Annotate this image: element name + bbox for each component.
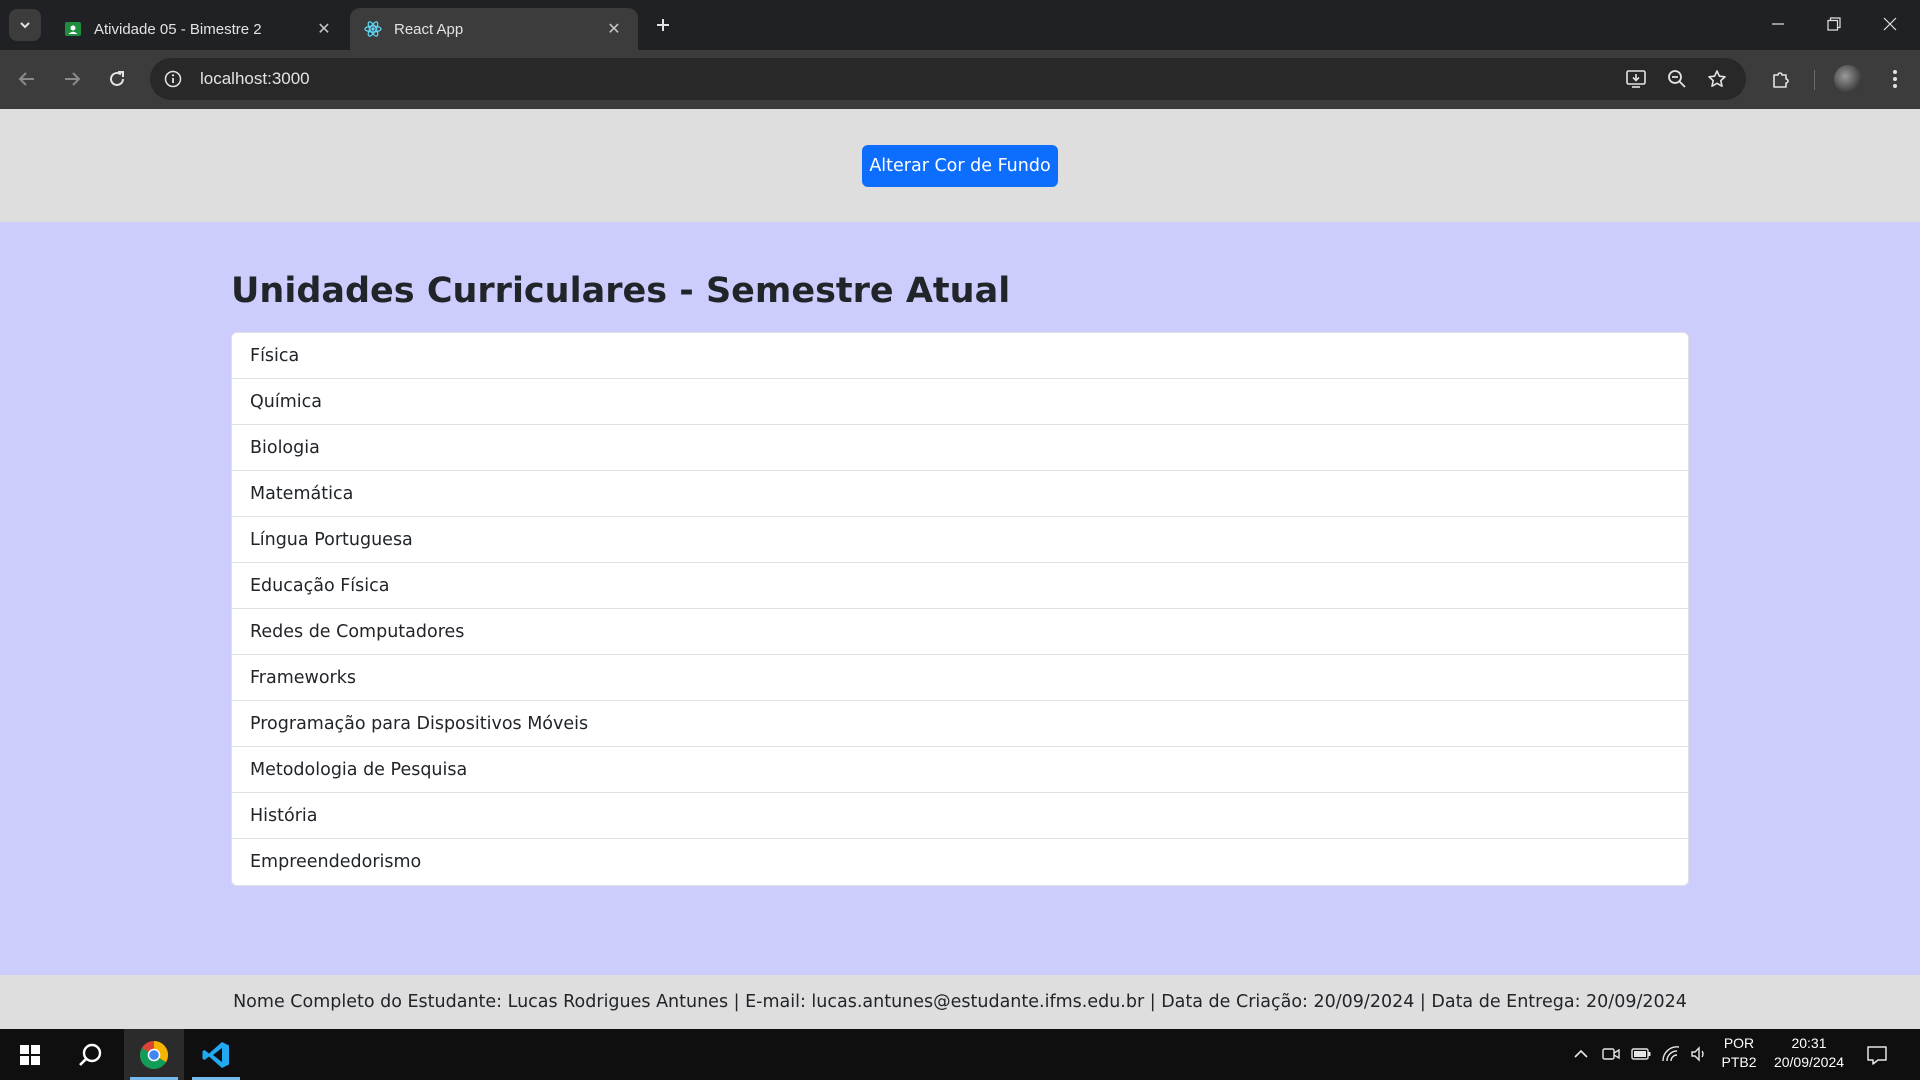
windows-taskbar: POR PTB2 20:31 20/09/2024: [0, 1029, 1920, 1080]
bookmark-button[interactable]: [1705, 67, 1729, 91]
zoom-button[interactable]: [1665, 67, 1689, 91]
more-vertical-icon: [1893, 70, 1897, 88]
star-icon: [1708, 70, 1726, 87]
subject-list-item: História: [232, 793, 1688, 839]
subject-list-item: Matemática: [232, 471, 1688, 517]
puzzle-icon: [1773, 72, 1789, 88]
forward-button[interactable]: [55, 62, 89, 96]
restore-button[interactable]: [1806, 0, 1862, 48]
clock-date: 20/09/2024: [1773, 1054, 1845, 1070]
subject-list-item: Empreendedorismo: [250, 852, 422, 872]
tab-title: Atividade 05 - Bimestre 2: [94, 20, 262, 38]
subject-list-item: Programação para Dispositivos Móveis: [232, 701, 1688, 747]
volume-icon[interactable]: [1688, 1043, 1710, 1065]
search-button[interactable]: [60, 1029, 120, 1080]
vscode-taskbar-button[interactable]: [186, 1029, 246, 1080]
close-tab-icon[interactable]: ✕: [604, 19, 624, 39]
change-background-button[interactable]: Alterar Cor de Fundo: [862, 145, 1058, 187]
reload-icon: [110, 71, 124, 86]
windows-logo-icon: [20, 1044, 40, 1065]
restore-icon: [1827, 17, 1841, 31]
footer-text: Nome Completo do Estudante: Lucas Rodrig…: [233, 992, 1687, 1012]
address-bar[interactable]: localhost:3000: [150, 58, 1746, 100]
react-icon: [364, 20, 382, 38]
show-hidden-icons-button[interactable]: [1570, 1043, 1592, 1065]
subject-list-item: Redes de Computadores: [232, 609, 1688, 655]
browser-menu-button[interactable]: [1880, 64, 1910, 94]
subject-list-item: Educação Física: [232, 563, 1688, 609]
install-app-button[interactable]: [1624, 67, 1648, 91]
subject-list-item: Física: [232, 333, 1688, 379]
chrome-taskbar-button[interactable]: [124, 1029, 184, 1080]
clock-time: 20:31: [1791, 1035, 1827, 1051]
page-viewport: Alterar Cor de Fundo Unidades Curricular…: [0, 109, 1920, 1029]
chrome-icon: [140, 1040, 168, 1069]
subject-list-item: Química: [232, 379, 1688, 425]
extensions-button[interactable]: [1766, 64, 1796, 94]
notification-center-button[interactable]: [1864, 1042, 1890, 1068]
keyboard-layout: PTB2: [1721, 1054, 1757, 1070]
zoom-out-icon: [1668, 70, 1686, 88]
page-title: Unidades Curriculares - Semestre Atual: [231, 271, 1011, 311]
language-indicator[interactable]: POR PTB2: [1716, 1035, 1762, 1070]
chevron-up-icon: [1574, 1049, 1588, 1058]
new-tab-button[interactable]: [648, 10, 678, 40]
chat-bubble-icon: [1867, 1046, 1887, 1065]
site-info-icon[interactable]: [162, 68, 184, 90]
subject-list-item: Biologia: [232, 425, 1688, 471]
url-text: localhost:3000: [200, 69, 310, 88]
subject-list-item: Língua Portuguesa: [232, 517, 1688, 563]
student-info-footer: Nome Completo do Estudante: Lucas Rodrig…: [0, 975, 1920, 1029]
battery-icon[interactable]: [1630, 1043, 1652, 1065]
profile-avatar[interactable]: [1834, 65, 1862, 93]
start-button[interactable]: [0, 1029, 60, 1080]
search-icon: [79, 1043, 102, 1066]
arrow-right-icon: [65, 72, 81, 86]
subject-list: Física Química Biologia Matemática Língua Po…: [231, 332, 1689, 886]
subject-list-item: Metodologia de Pesquisa: [232, 747, 1688, 793]
vscode-icon: [202, 1041, 229, 1068]
close-window-button[interactable]: [1862, 0, 1918, 48]
back-button[interactable]: [10, 62, 44, 96]
plus-icon: [657, 19, 669, 31]
tab-atividade[interactable]: Atividade 05 - Bimestre 2 ✕: [50, 8, 348, 50]
browser-tab-strip: Atividade 05 - Bimestre 2 ✕ React App ✕: [0, 0, 1920, 50]
google-classroom-icon: [64, 20, 82, 38]
minimize-icon: [1772, 23, 1784, 25]
reload-button[interactable]: [100, 62, 134, 96]
subject-list-item: Frameworks: [232, 655, 1688, 701]
top-band: Alterar Cor de Fundo: [0, 109, 1920, 222]
chevron-down-icon: [20, 22, 30, 29]
tab-react-app[interactable]: React App ✕: [350, 8, 638, 50]
language-code: POR: [1723, 1035, 1755, 1051]
install-icon: [1626, 70, 1646, 88]
tab-search-button[interactable]: [9, 9, 41, 41]
close-tab-icon[interactable]: ✕: [314, 19, 334, 39]
close-icon: [1883, 17, 1897, 31]
tab-title: React App: [394, 20, 464, 38]
clock[interactable]: 20:31 20/09/2024: [1764, 1035, 1854, 1070]
toolbar-divider: [1814, 70, 1815, 90]
wifi-icon[interactable]: [1660, 1043, 1682, 1065]
minimize-button[interactable]: [1750, 0, 1806, 48]
browser-toolbar: localhost:3000: [0, 50, 1920, 109]
meet-now-icon[interactable]: [1600, 1043, 1622, 1065]
arrow-left-icon: [18, 72, 34, 86]
